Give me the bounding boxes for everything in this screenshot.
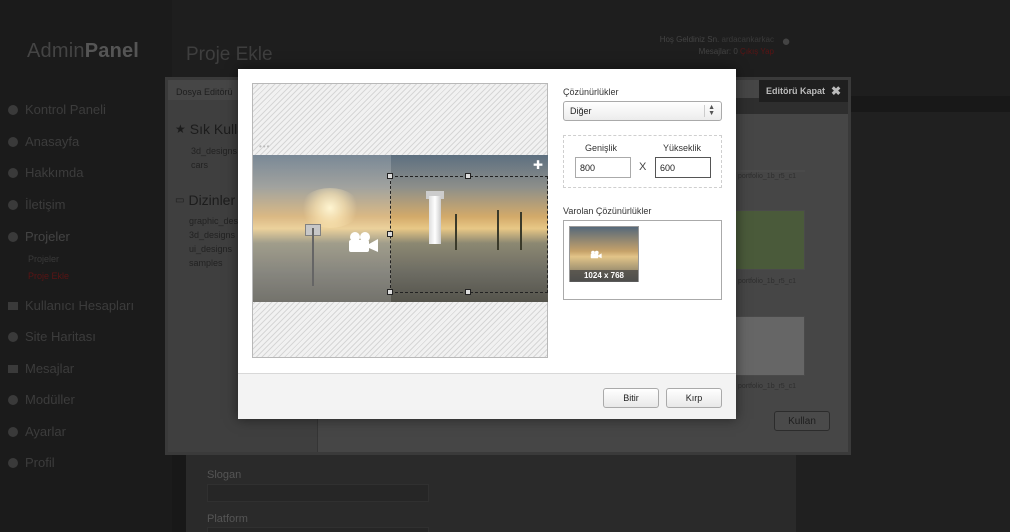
file-thumbnail[interactable] (735, 316, 805, 376)
nav-item-messages[interactable]: Mesajlar (8, 361, 74, 376)
dashboard-icon (8, 104, 18, 115)
thumb-caption: portfolio_1b_r5_c1 (738, 173, 796, 180)
dimension-separator: X (639, 161, 647, 173)
contact-icon (8, 199, 18, 210)
message-count[interactable]: 0 (733, 47, 737, 56)
thumb-caption: portfolio_1b_r5_c1 (738, 383, 796, 390)
close-icon: ✖ (830, 84, 842, 98)
home-icon (8, 136, 18, 147)
nav-item-profile[interactable]: Profil (8, 455, 55, 470)
users-icon (8, 301, 18, 310)
nav-item-users[interactable]: Kullanıcı Hesapları (8, 298, 134, 313)
resize-handle-nw[interactable] (387, 173, 393, 179)
resolutions-label: Çözünürlükler (563, 87, 619, 97)
projects-icon (8, 231, 18, 242)
resize-handle-sw[interactable] (387, 289, 393, 295)
move-cursor-icon: ✚ (533, 158, 544, 172)
resize-handle-n[interactable] (465, 173, 471, 179)
logout-link[interactable]: Çıkış Yap (740, 47, 774, 56)
height-input[interactable] (655, 157, 711, 178)
crop-dialog-footer (238, 373, 736, 419)
about-icon (8, 167, 18, 178)
folder-icon: ▭ (175, 194, 185, 206)
folders-heading: ▭ Dizinler (175, 192, 236, 208)
nav-item-settings[interactable]: Ayarlar (8, 424, 66, 439)
nav-item-dashboard[interactable]: Kontrol Paneli (8, 102, 106, 117)
nav-item-about[interactable]: Hakkımda (8, 165, 84, 180)
file-editor-title: Dosya Editörü (176, 87, 233, 97)
username-link[interactable]: ardacankarkac (722, 35, 774, 44)
user-icon: ● (781, 33, 791, 50)
finish-button[interactable]: Bitir (603, 388, 659, 408)
resize-handle-w[interactable] (387, 231, 393, 237)
existing-resolutions-label: Varolan Çözünürlükler (563, 206, 652, 216)
platform-input[interactable] (207, 527, 429, 532)
folder-item[interactable]: samples (189, 258, 223, 268)
crop-button[interactable]: Kırp (666, 388, 722, 408)
resize-handle-s[interactable] (465, 289, 471, 295)
use-button[interactable]: Kullan (774, 411, 830, 431)
crop-selection[interactable] (387, 173, 548, 295)
folder-item[interactable]: 3d_designs (189, 230, 235, 240)
canvas-handle-dots: ••• (259, 142, 271, 151)
thumb-caption: portfolio_1b_r5_c1 (738, 278, 796, 285)
nav-item-sitemap[interactable]: Site Haritası (8, 329, 96, 344)
sidebar (0, 0, 172, 532)
page-title: Proje Ekle (186, 44, 273, 65)
height-label: Yükseklik (663, 143, 702, 153)
crop-dim-overlay (253, 155, 391, 302)
file-thumbnail[interactable] (735, 210, 805, 270)
folder-item[interactable]: ui_designs (189, 244, 232, 254)
nav-item-modules[interactable]: Modüller (8, 392, 75, 407)
width-input[interactable] (575, 157, 631, 178)
sitemap-icon (8, 331, 18, 342)
camera-icon (349, 232, 378, 252)
favorite-item[interactable]: cars (191, 160, 208, 170)
file-thumbnail[interactable] (735, 170, 805, 172)
close-editor-button[interactable]: Editörü Kapat ✖ (759, 80, 848, 102)
camera-icon (590, 250, 602, 259)
platform-label: Platform (207, 513, 248, 525)
slogan-label: Slogan (207, 469, 242, 481)
sub-item-add-project[interactable]: Proje Ekle (28, 271, 69, 281)
settings-icon (8, 426, 18, 437)
select-arrows-icon: ▲ ▼ (704, 104, 715, 117)
preset-caption: 1024 x 768 (570, 270, 638, 282)
sub-item-projects[interactable]: Projeler (28, 254, 59, 264)
star-icon: ★ (175, 122, 186, 136)
width-label: Genişlik (585, 143, 618, 153)
app-logo[interactable]: AdminPanel (27, 40, 139, 63)
nav-item-home[interactable]: Anasayfa (8, 134, 79, 149)
modules-icon (8, 394, 18, 405)
slogan-input[interactable] (207, 484, 429, 502)
nav-item-contact[interactable]: İletişim (8, 197, 65, 212)
favorite-item[interactable]: 3d_designs (191, 146, 237, 156)
welcome-box: Hoş Geldiniz Sn. ardacankarkac Mesajlar:… (659, 35, 774, 56)
resolution-select[interactable]: Diğer ▲ ▼ (563, 101, 722, 121)
profile-icon (8, 457, 18, 468)
nav-item-projects[interactable]: Projeler (8, 229, 70, 244)
mail-icon (8, 364, 18, 373)
